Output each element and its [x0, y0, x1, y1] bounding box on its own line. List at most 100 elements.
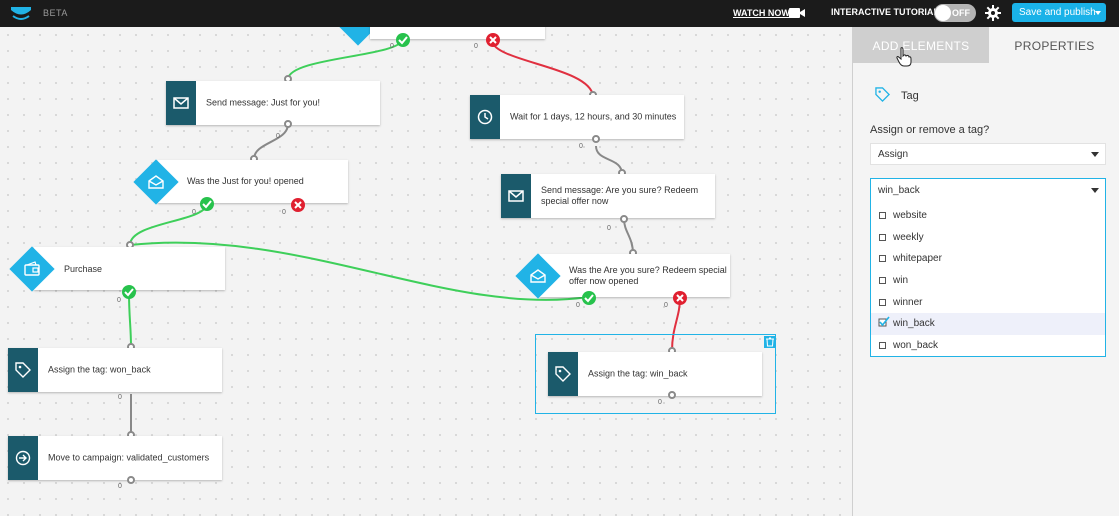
- tab-add-elements[interactable]: ADD ELEMENTS: [853, 27, 989, 63]
- count-label: 0: [192, 209, 196, 216]
- action-select[interactable]: Assign: [870, 143, 1106, 165]
- chevron-down-icon[interactable]: [1091, 152, 1099, 157]
- toggle-state: OFF: [952, 8, 970, 18]
- save-and-publish-label: Save and publish: [1019, 7, 1096, 18]
- workflow-canvas[interactable]: 0 0 Send message: Just for you! 0 Wait f…: [0, 27, 852, 516]
- tag-dropdown[interactable]: win_back website weekly whitepaper win w…: [870, 178, 1106, 357]
- count-label: 0: [474, 43, 478, 50]
- checkbox[interactable]: [879, 255, 886, 262]
- checkmark-icon[interactable]: [878, 316, 890, 328]
- option-label: win_back: [893, 318, 935, 329]
- output-port[interactable]: [668, 391, 676, 399]
- count-label: 0: [117, 297, 121, 304]
- wait-node[interactable]: Wait for 1 days, 12 hours, and 30 minute…: [470, 95, 684, 139]
- logo-icon[interactable]: [10, 5, 32, 21]
- yes-branch-icon[interactable]: [122, 285, 136, 299]
- checkbox[interactable]: [879, 299, 886, 306]
- envelope-open-icon: [148, 175, 164, 189]
- assign-tag-node[interactable]: Assign the tag: won_back: [8, 348, 222, 392]
- properties-panel: ADD ELEMENTS PROPERTIES Tag Assign or re…: [852, 27, 1119, 516]
- option-label: won_back: [893, 340, 939, 351]
- tag-dropdown-value: win_back: [878, 185, 920, 196]
- node-label: Was the Are you sure? Redeem special off…: [569, 265, 727, 286]
- video-camera-icon[interactable]: [789, 7, 805, 19]
- node-icon-bg: [501, 174, 531, 218]
- envelope-icon: [173, 97, 189, 109]
- output-port[interactable]: [284, 120, 292, 128]
- assign-tag-node[interactable]: Assign the tag: win_back: [548, 352, 762, 396]
- tag-option-website[interactable]: website: [871, 205, 1105, 227]
- node-icon-bg: [548, 352, 578, 396]
- yes-branch-icon[interactable]: [582, 291, 596, 305]
- yes-branch-icon[interactable]: [200, 197, 214, 211]
- checkbox[interactable]: [879, 212, 886, 219]
- hand-pointer-icon: [896, 47, 912, 67]
- node-label: Was the Just for you! opened: [187, 176, 304, 186]
- tab-properties[interactable]: PROPERTIES: [989, 27, 1119, 63]
- send-message-node[interactable]: Send message: Just for you!: [166, 81, 380, 125]
- tag-option-won-back[interactable]: won_back: [871, 335, 1105, 357]
- output-port[interactable]: [620, 215, 628, 223]
- node-label: Move to campaign: validated_customers: [48, 452, 210, 463]
- save-and-publish-button[interactable]: Save and publish: [1012, 3, 1106, 22]
- chevron-down-icon[interactable]: [1091, 188, 1099, 193]
- beta-label: BETA: [43, 8, 68, 18]
- count-label: 0: [607, 225, 611, 232]
- clock-icon: [477, 109, 493, 125]
- gear-icon[interactable]: [985, 5, 1001, 21]
- move-campaign-node[interactable]: Move to campaign: validated_customers: [8, 436, 222, 480]
- interactive-tutorial-label: INTERACTIVE TUTORIAL: [831, 7, 939, 17]
- count-label: 0: [579, 143, 583, 150]
- tag-icon: [15, 362, 31, 378]
- count-label: 0: [576, 302, 580, 309]
- node-icon-bg: [8, 436, 38, 480]
- tag-option-win[interactable]: win: [871, 270, 1105, 292]
- checkbox[interactable]: [879, 234, 886, 241]
- tag-option-win-back[interactable]: win_back: [871, 313, 1105, 335]
- no-branch-icon[interactable]: [673, 291, 687, 305]
- wallet-icon: [24, 261, 40, 276]
- node-label: Send message: Are you sure? Redeem speci…: [541, 185, 699, 206]
- count-label: 0: [390, 43, 394, 50]
- node-label: Send message: Just for you!: [206, 97, 321, 108]
- checkbox[interactable]: [879, 277, 886, 284]
- arrow-right-circle-icon: [15, 450, 31, 466]
- assign-question-label: Assign or remove a tag?: [870, 124, 990, 136]
- envelope-open-icon: [530, 269, 546, 283]
- checkbox[interactable]: [879, 342, 886, 349]
- condition-node-opened[interactable]: Was the Just for you! opened: [158, 160, 348, 203]
- tag-option-winner[interactable]: winner: [871, 292, 1105, 314]
- top-bar: BETA WATCH NOW INTERACTIVE TUTORIAL OFF …: [0, 0, 1119, 27]
- send-message-node[interactable]: Send message: Are you sure? Redeem speci…: [501, 174, 715, 218]
- option-label: website: [893, 210, 927, 221]
- yes-branch-icon[interactable]: [396, 33, 410, 47]
- tag-option-weekly[interactable]: weekly: [871, 227, 1105, 249]
- count-label: 0: [276, 133, 280, 140]
- trash-icon[interactable]: [764, 336, 776, 348]
- tag-icon: [555, 366, 571, 382]
- count-label: 0: [658, 399, 662, 406]
- condition-node-are-you-sure[interactable]: Was the Are you sure? Redeem special off…: [540, 254, 730, 297]
- watch-now-link[interactable]: WATCH NOW: [733, 8, 790, 18]
- tag-icon: [875, 87, 890, 102]
- option-label: winner: [893, 297, 923, 308]
- tutorial-toggle[interactable]: OFF: [934, 4, 976, 22]
- option-label: weekly: [893, 232, 924, 243]
- output-port[interactable]: [127, 476, 135, 484]
- no-branch-icon[interactable]: [291, 198, 305, 212]
- action-select-value: Assign: [878, 149, 909, 160]
- no-branch-icon[interactable]: [486, 33, 500, 47]
- purchase-node[interactable]: Purchase: [34, 247, 225, 290]
- wire-yes-purchase: [128, 292, 132, 348]
- envelope-icon: [508, 190, 524, 202]
- element-title: Tag: [901, 90, 919, 102]
- node-label: Wait for 1 days, 12 hours, and 30 minute…: [510, 111, 677, 122]
- count-label: 0: [282, 209, 286, 216]
- option-label: whitepaper: [893, 253, 942, 264]
- node-icon-bg: [8, 348, 38, 392]
- wire-no-top: [491, 40, 594, 97]
- caret-down-icon[interactable]: [1095, 11, 1101, 15]
- output-port[interactable]: [592, 135, 600, 143]
- option-label: win: [893, 275, 909, 286]
- tag-option-whitepaper[interactable]: whitepaper: [871, 248, 1105, 270]
